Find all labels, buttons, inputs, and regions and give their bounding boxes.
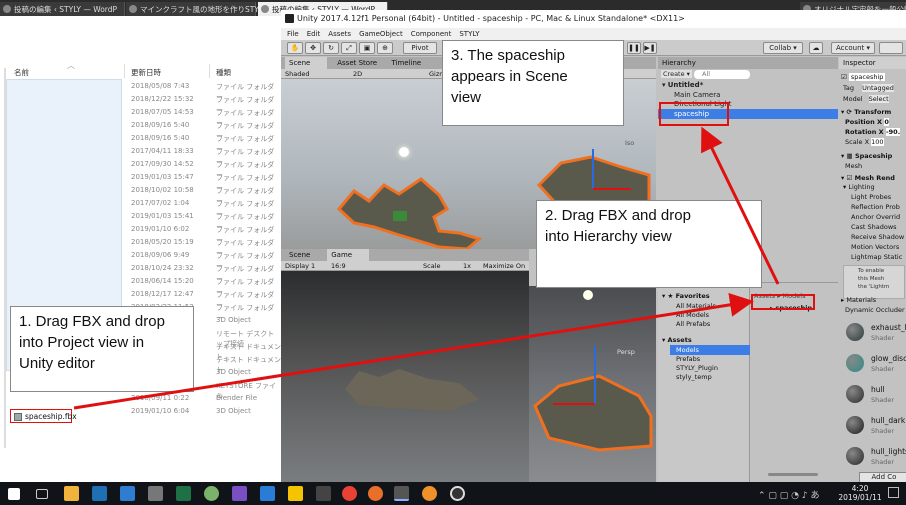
sticky-notes-icon[interactable] — [288, 486, 303, 501]
taskbar-clock[interactable]: 4:20 2019/01/11 — [838, 484, 882, 502]
instruction-arrows — [73, 126, 780, 410]
file-explorer-icon[interactable] — [64, 486, 79, 501]
windows-start-icon[interactable] — [8, 488, 20, 500]
chrome-icon[interactable] — [342, 486, 357, 501]
windows-taskbar: ⌃ ▢ ▢ ◔ ♪ あ 4:20 2019/01/11 — [0, 482, 906, 505]
app-icon[interactable] — [204, 486, 219, 501]
excel-icon[interactable] — [176, 486, 191, 501]
arrow-step-1 — [73, 292, 754, 410]
vscode-icon[interactable] — [260, 486, 275, 501]
edge-icon[interactable] — [120, 486, 135, 501]
skype-icon[interactable] — [92, 486, 107, 501]
app-icon[interactable] — [316, 486, 331, 501]
settings-gear-icon[interactable] — [450, 486, 465, 501]
firefox-icon[interactable] — [368, 486, 383, 501]
visual-studio-icon[interactable] — [232, 486, 247, 501]
tray-icons[interactable]: ⌃ ▢ ▢ ◔ ♪ あ — [758, 488, 819, 501]
task-view-icon[interactable] — [36, 489, 48, 499]
arrow-step-2 — [701, 126, 780, 285]
blender-icon[interactable] — [422, 486, 437, 501]
notification-icon[interactable] — [888, 487, 899, 498]
calculator-icon[interactable] — [148, 486, 163, 501]
unity-taskbar-icon[interactable] — [394, 486, 409, 501]
